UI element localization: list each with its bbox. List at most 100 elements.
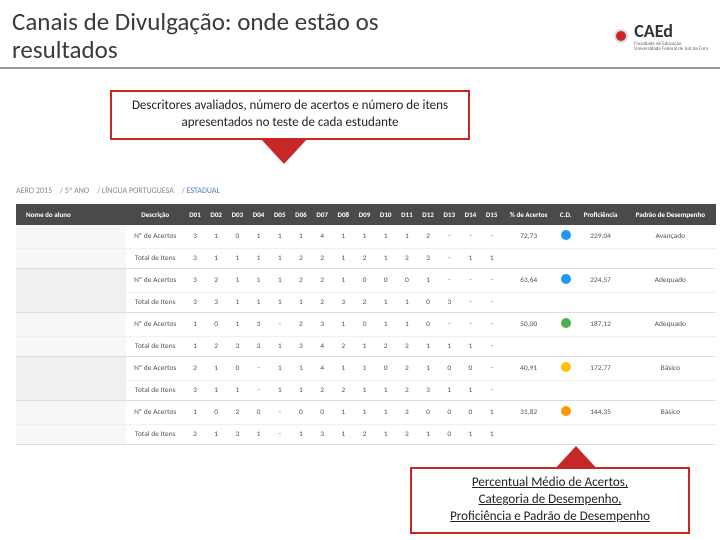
logo-text: CAEd: [634, 20, 708, 42]
cell-d: 0: [227, 357, 248, 381]
cell-d: 3: [333, 293, 354, 313]
cell-d: 3: [248, 337, 269, 357]
cell-d: 2: [417, 225, 438, 249]
cell-d: 3: [248, 313, 269, 337]
cell-padrao: [625, 293, 716, 313]
cell-pct: [502, 249, 555, 269]
cell-d: 1: [248, 269, 269, 293]
cell-d: 1: [333, 225, 354, 249]
results-table-wrap: Nome do aluno Descrição D01 D02 D03 D04 …: [16, 204, 716, 445]
cell-d: 2: [312, 269, 333, 293]
cell-padrao: Avançado: [625, 225, 716, 249]
cell-d: 1: [417, 357, 438, 381]
caed-logo: CAEd Faculdade de Educação Universidade …: [614, 20, 708, 52]
cell-d: 1: [269, 225, 290, 249]
table-row: Nº de Acertos321112210001---63,64224,57A…: [16, 269, 716, 293]
cell-d: 0: [417, 293, 438, 313]
th-d11: D11: [396, 204, 417, 225]
cell-d: -: [248, 357, 269, 381]
cell-nome: [16, 381, 126, 401]
table-header-row: Nome do aluno Descrição D01 D02 D03 D04 …: [16, 204, 716, 225]
cell-prof: [576, 293, 624, 313]
cell-pct: 72,73: [502, 225, 555, 249]
cell-d: 3: [290, 337, 311, 357]
cell-d: 0: [227, 225, 248, 249]
table-row: Nº de Acertos1013-2310110---50,00187,12A…: [16, 313, 716, 337]
cell-d: 0: [460, 401, 481, 425]
cell-d: 1: [354, 225, 375, 249]
cell-d: 1: [248, 249, 269, 269]
th-nome: Nome do aluno: [16, 204, 126, 225]
cell-d: 1: [354, 381, 375, 401]
cell-d: 1: [333, 425, 354, 445]
cell-d: 1: [460, 337, 481, 357]
cell-d: 1: [333, 401, 354, 425]
cell-d: 0: [396, 269, 417, 293]
cell-d: 2: [354, 425, 375, 445]
cell-padrao: Adequado: [625, 313, 716, 337]
cell-d: -: [481, 269, 502, 293]
cell-d: 1: [206, 357, 227, 381]
cell-nome: [16, 249, 126, 269]
th-d15: D15: [481, 204, 502, 225]
th-d13: D13: [439, 204, 460, 225]
cell-d: -: [460, 269, 481, 293]
results-table: Nome do aluno Descrição D01 D02 D03 D04 …: [16, 204, 716, 445]
cell-d: 2: [333, 381, 354, 401]
cell-d: 0: [354, 269, 375, 293]
cell-d: 1: [375, 225, 396, 249]
cell-d: 3: [312, 313, 333, 337]
th-d14: D14: [460, 204, 481, 225]
breadcrumb: AERO 2015 / 5º ANO / LÍNGUA PORTUGUESA /…: [16, 186, 226, 196]
table-body: Nº de Acertos310111411112---72,73229,04A…: [16, 225, 716, 445]
cell-padrao: [625, 425, 716, 445]
cell-d: -: [269, 313, 290, 337]
cell-prof: 229,04: [576, 225, 624, 249]
cell-d: 1: [269, 269, 290, 293]
th-d02: D02: [206, 204, 227, 225]
cell-d: -: [439, 225, 460, 249]
cell-d: 0: [439, 401, 460, 425]
status-dot-icon: [561, 230, 571, 240]
table-row: Nº de Acertos210-1141102100-40,91172,77B…: [16, 357, 716, 381]
cell-d: 3: [227, 425, 248, 445]
cell-desc: Total de Itens: [126, 337, 184, 357]
cell-cd: [555, 425, 576, 445]
cell-nome: [16, 425, 126, 445]
cell-d: 2: [396, 249, 417, 269]
cell-d: 1: [354, 357, 375, 381]
cell-nome: [16, 225, 126, 249]
cell-d: 2: [375, 337, 396, 357]
cell-d: 1: [375, 313, 396, 337]
cell-d: 1: [417, 269, 438, 293]
cell-d: 2: [312, 293, 333, 313]
cell-d: 1: [417, 425, 438, 445]
cell-cd: [555, 269, 576, 293]
callout-descriptors: Descritores avaliados, número de acertos…: [110, 90, 470, 140]
cell-d: 1: [396, 293, 417, 313]
cell-d: 1: [227, 381, 248, 401]
cell-d: 4: [312, 337, 333, 357]
table-row: Total de Itens2131-1312121011: [16, 425, 716, 445]
page-title: Canais de Divulgação: onde estão os resu…: [12, 8, 432, 63]
th-d09: D09: [354, 204, 375, 225]
cell-d: 1: [417, 337, 438, 357]
th-d01: D01: [184, 204, 205, 225]
cell-d: 3: [417, 381, 438, 401]
cell-prof: 187,12: [576, 313, 624, 337]
cell-d: 1: [375, 249, 396, 269]
th-padrao: Padrão de Desempenho: [625, 204, 716, 225]
cell-d: 1: [333, 249, 354, 269]
cell-d: 1: [439, 381, 460, 401]
breadcrumb-c: LÍNGUA PORTUGUESA: [102, 186, 174, 196]
cell-d: 2: [227, 401, 248, 425]
cell-prof: 224,57: [576, 269, 624, 293]
cell-d: 1: [375, 425, 396, 445]
cell-d: 1: [206, 425, 227, 445]
th-d06: D06: [290, 204, 311, 225]
status-dot-icon: [561, 318, 571, 328]
cell-d: 1: [269, 357, 290, 381]
cell-d: 2: [396, 357, 417, 381]
cell-pct: 31,82: [502, 401, 555, 425]
cell-d: 2: [396, 425, 417, 445]
